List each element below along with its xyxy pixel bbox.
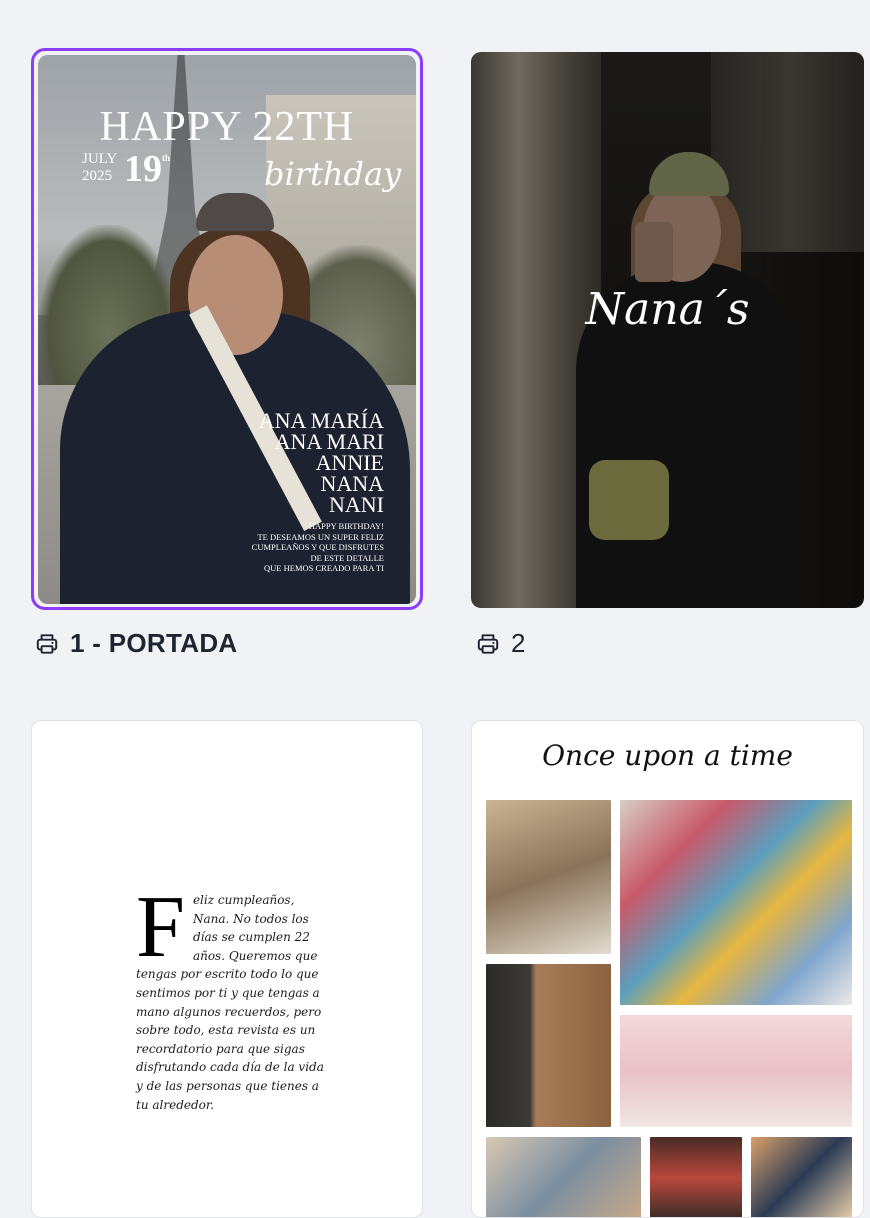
cover-name: NANA	[320, 471, 384, 496]
page-thumbnail-3[interactable]: Feliz cumpleaños, Nana. No todos los día…	[31, 720, 423, 1218]
cover-day-number: 19	[124, 148, 162, 190]
page-2-title: Nana´s	[585, 284, 750, 335]
cover-names: ANA MARÍA ANA MARI ANNIE NANA NANI	[258, 408, 384, 517]
cover-name: ANNIE	[315, 450, 384, 475]
cover-day: 19th	[124, 147, 170, 191]
photo-portrait	[650, 1137, 742, 1217]
page-thumbnail-4[interactable]: Once upon a time	[471, 720, 864, 1218]
cover-month: JULY	[82, 151, 118, 167]
letter-text: Feliz cumpleaños, Nana. No todos los día…	[136, 879, 326, 1114]
photo-pink-bedroom	[620, 1015, 852, 1127]
photo-table	[751, 1137, 852, 1217]
printer-icon	[477, 633, 499, 654]
bag-image	[589, 460, 669, 540]
page-4-title: Once upon a time	[542, 739, 793, 772]
cover-date-month-year: JULY 2025	[82, 151, 117, 185]
phone-image	[635, 222, 673, 282]
dropcap-letter: F	[136, 879, 185, 976]
photo-child-chair	[486, 964, 611, 1127]
photo-child-drawing	[486, 800, 611, 954]
cover-message-line: TE DESEAMOS UN SUPER FELIZ	[257, 531, 384, 542]
cover-name: NANI	[329, 492, 384, 517]
cover-message-line: DE ESTE DETALLE	[310, 552, 384, 563]
cover-name: ANA MARI	[274, 429, 384, 454]
page-label-text: 1 - PORTADA	[70, 628, 238, 658]
cover-day-suffix: th	[162, 153, 171, 163]
photo-reading	[486, 1137, 641, 1217]
photo-child-toy-store	[620, 800, 852, 1005]
cover-message-line: QUE HEMOS CREADO PARA TI	[264, 563, 384, 573]
cover-name: ANA MARÍA	[258, 408, 384, 433]
cover-script-word: birthday	[264, 155, 402, 193]
page-label-text: 2	[511, 628, 526, 658]
page-thumbnail-2[interactable]: Nana´s	[471, 52, 864, 608]
page-thumbnail-1[interactable]: HAPPY 22TH JULY 2025 19th birthday ANA M…	[38, 55, 416, 604]
cover-year: 2025	[82, 168, 112, 184]
printer-icon	[36, 633, 58, 654]
page-label-2: 2	[475, 628, 525, 659]
cover-message-line: CUMPLEAÑOS Y QUE DISFRUTES	[251, 542, 384, 552]
cover-headline: HAPPY 22TH	[99, 104, 355, 150]
page-label-1: 1 - PORTADA	[34, 628, 238, 659]
cover-message: HAPPY BIRTHDAY! TE DESEAMOS UN SUPER FEL…	[252, 521, 384, 574]
cover-message-line: HAPPY BIRTHDAY!	[308, 521, 384, 531]
